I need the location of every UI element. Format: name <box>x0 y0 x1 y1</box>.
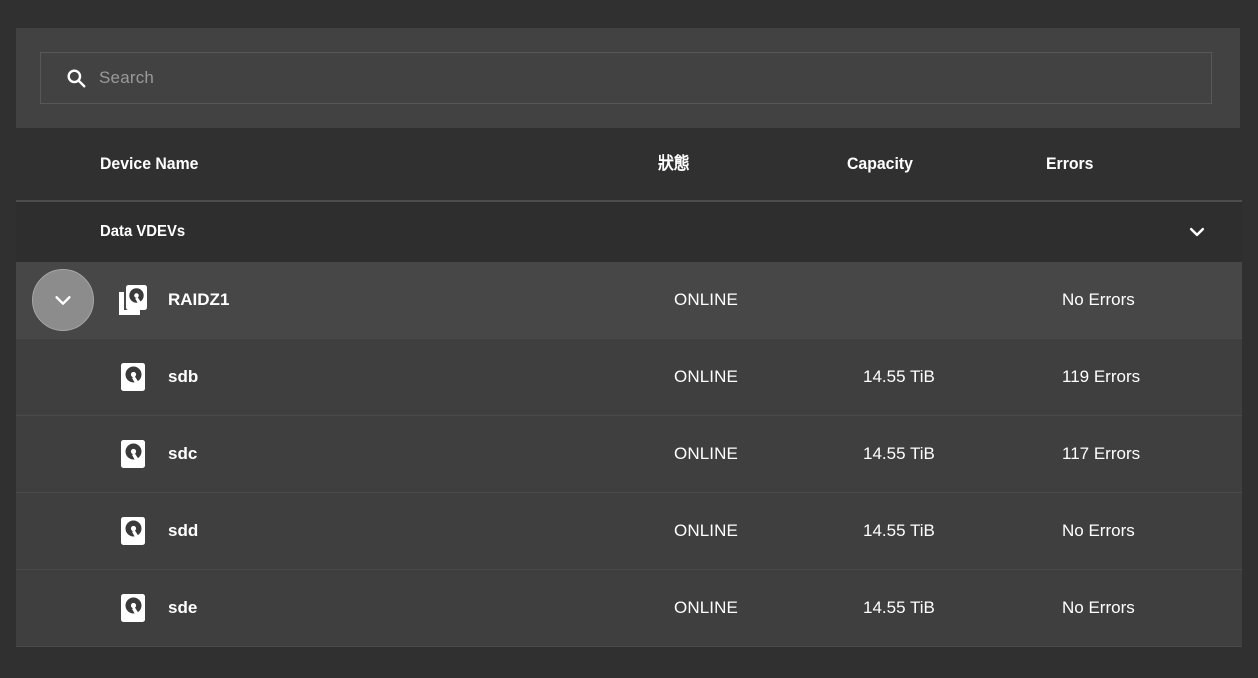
device-errors: No Errors <box>1062 521 1135 540</box>
device-name: sde <box>168 598 198 617</box>
table-row[interactable]: sdb ONLINE 14.55 TiB 119 Errors <box>16 339 1242 416</box>
search-icon <box>67 69 86 88</box>
hard-disk-icon <box>121 594 145 622</box>
device-status: ONLINE <box>674 290 738 309</box>
table-body: Data VDEVs RAIDZ1 ONLINE No Errors sdb O… <box>16 200 1242 647</box>
hard-disk-icon <box>121 363 145 391</box>
multiple-disks-icon <box>119 285 147 315</box>
table-row[interactable]: RAIDZ1 ONLINE No Errors <box>16 262 1242 339</box>
chevron-down-icon <box>55 296 71 305</box>
device-name: RAIDZ1 <box>168 290 230 309</box>
device-status: ONLINE <box>674 598 738 617</box>
device-capacity: 14.55 TiB <box>863 521 935 540</box>
pool-devices-page: Device Name 狀態 Capacity Errors Data VDEV… <box>0 0 1258 678</box>
device-errors: No Errors <box>1062 290 1135 309</box>
hard-disk-icon <box>121 440 145 468</box>
hard-disk-icon <box>121 517 145 545</box>
column-header-capacity[interactable]: Capacity <box>847 128 913 200</box>
device-capacity: 14.55 TiB <box>863 367 935 386</box>
table-header-row: Device Name 狀態 Capacity Errors <box>0 128 1258 200</box>
devices-table: Device Name 狀態 Capacity Errors Data VDEV… <box>0 128 1258 647</box>
device-errors: 119 Errors <box>1062 367 1141 386</box>
table-group-row-data-vdevs[interactable]: Data VDEVs <box>16 200 1242 262</box>
device-name: sdb <box>168 367 199 386</box>
table-row[interactable]: sdd ONLINE 14.55 TiB No Errors <box>16 493 1242 570</box>
group-label: Data VDEVs <box>100 223 186 240</box>
column-header-device-name[interactable]: Device Name <box>100 128 198 200</box>
table-row[interactable]: sdc ONLINE 14.55 TiB 117 Errors <box>16 416 1242 493</box>
device-errors: 117 Errors <box>1062 444 1141 463</box>
device-name: sdd <box>168 521 199 540</box>
device-status: ONLINE <box>674 444 738 463</box>
device-status: ONLINE <box>674 521 738 540</box>
device-capacity: 14.55 TiB <box>863 444 935 463</box>
expand-row-button[interactable] <box>32 269 94 331</box>
column-header-errors[interactable]: Errors <box>1046 128 1093 200</box>
search-input[interactable] <box>99 53 1211 103</box>
device-capacity: 14.55 TiB <box>863 598 935 617</box>
search-panel <box>16 28 1240 128</box>
chevron-down-icon[interactable] <box>1187 222 1207 242</box>
device-name: sdc <box>168 444 198 463</box>
device-errors: No Errors <box>1062 598 1135 617</box>
device-status: ONLINE <box>674 367 738 386</box>
search-field[interactable] <box>40 52 1212 104</box>
table-row[interactable]: sde ONLINE 14.55 TiB No Errors <box>16 570 1242 647</box>
column-header-status[interactable]: 狀態 <box>658 128 690 200</box>
